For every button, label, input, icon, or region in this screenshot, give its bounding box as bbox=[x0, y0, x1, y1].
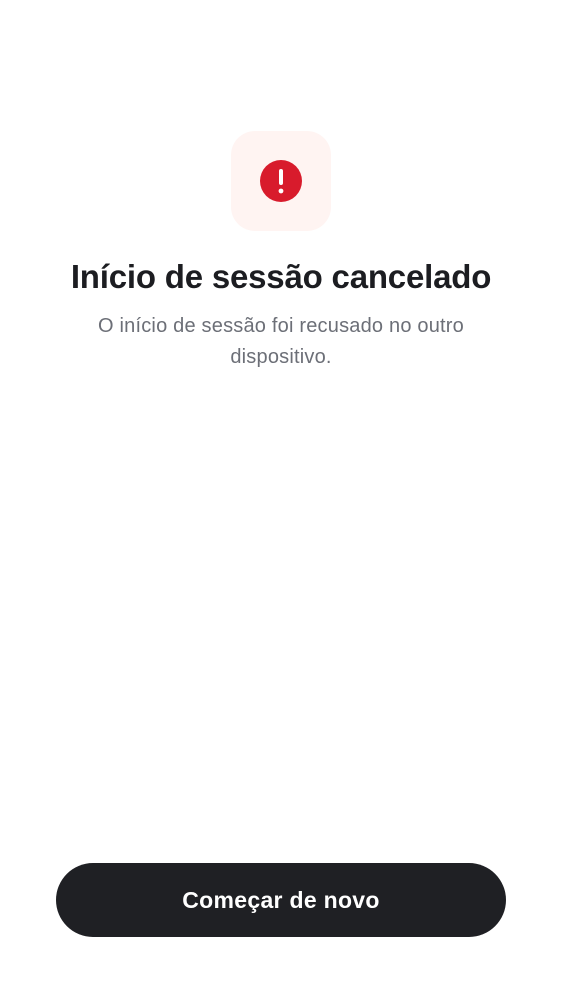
start-over-button[interactable]: Começar de novo bbox=[56, 863, 506, 937]
alert-icon-tile bbox=[231, 131, 331, 231]
session-cancelled-screen: Início de sessão cancelado O início de s… bbox=[0, 0, 562, 1000]
alert-circle-icon bbox=[260, 160, 302, 202]
page-description: O início de sessão foi recusado no outro… bbox=[98, 315, 464, 368]
page-title: Início de sessão cancelado bbox=[70, 258, 492, 295]
